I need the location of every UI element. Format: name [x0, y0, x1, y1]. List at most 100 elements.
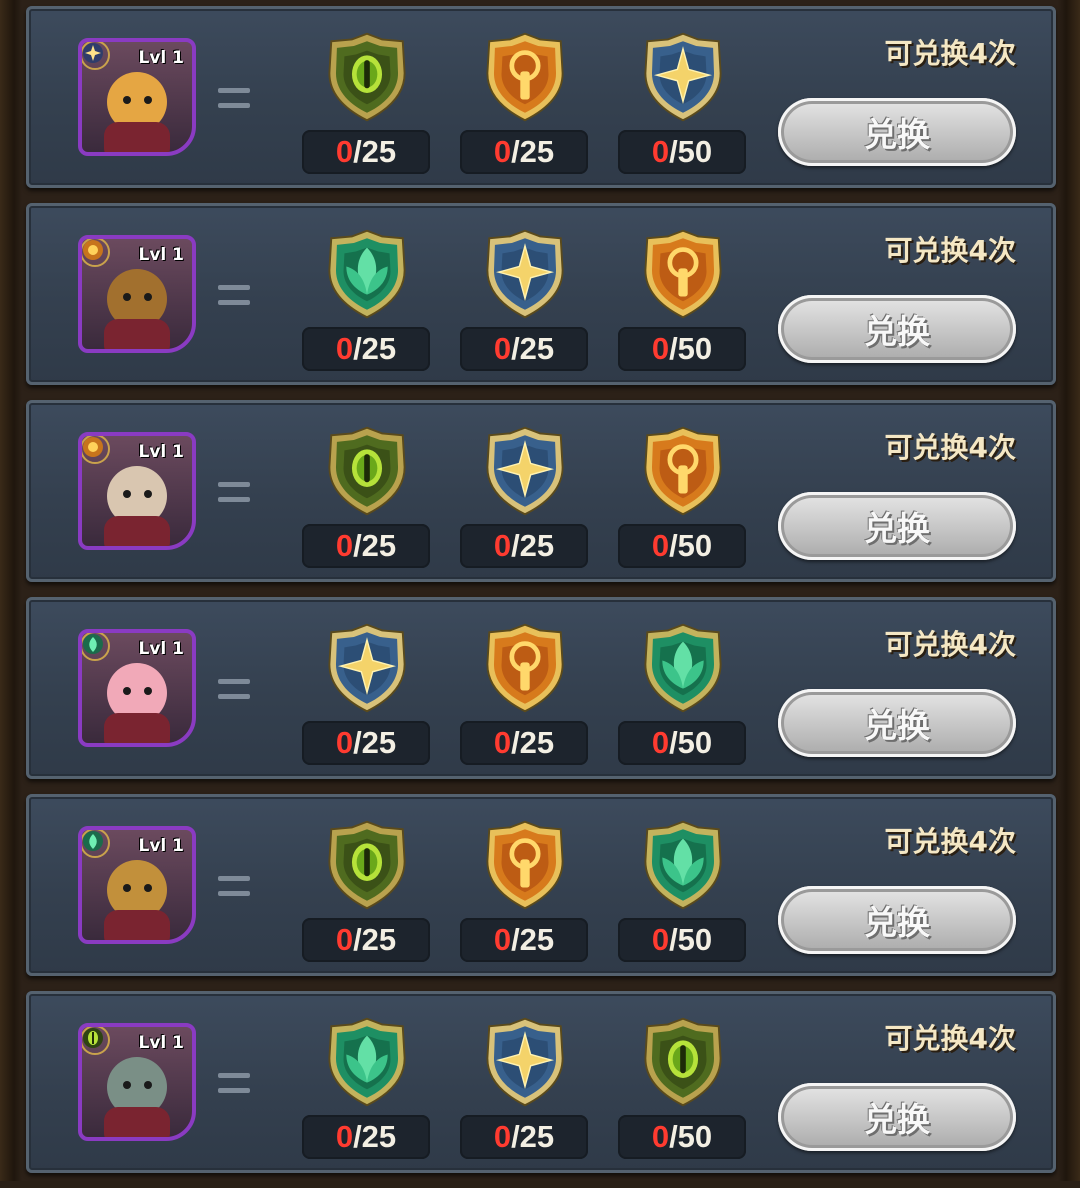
owned-count: 0	[651, 922, 670, 957]
cost-item-1: 0/25	[302, 30, 432, 180]
required-count: /50	[669, 1119, 713, 1154]
cost-item-3: 0/50	[618, 621, 748, 771]
hero-portrait[interactable]: Lvl 1	[78, 38, 196, 156]
cost-item-3: 0/50	[618, 1015, 748, 1165]
eye-shield-icon	[328, 426, 406, 516]
owned-count: 0	[335, 134, 354, 169]
item-count: 0/25	[460, 327, 588, 371]
hero-level: Lvl 1	[138, 48, 185, 68]
owned-count: 0	[493, 922, 512, 957]
hero-portrait[interactable]: Lvl 1	[78, 235, 196, 353]
owned-count: 0	[651, 331, 670, 366]
exchange-button[interactable]: 兑换	[778, 295, 1016, 363]
star-shield-icon	[486, 1017, 564, 1107]
hero-level: Lvl 1	[138, 639, 185, 659]
owned-count: 0	[493, 725, 512, 760]
exchange-button[interactable]: 兑换	[778, 492, 1016, 560]
leaf-shield-icon	[644, 623, 722, 713]
item-count: 0/50	[618, 1115, 746, 1159]
item-count: 0/50	[618, 918, 746, 962]
item-count: 0/25	[302, 524, 430, 568]
equals-icon	[218, 285, 250, 307]
remaining-exchanges: 可兑换4次	[884, 431, 1016, 464]
required-count: /50	[669, 528, 713, 563]
star-shield-icon	[328, 623, 406, 713]
exchange-panel: Lvl 1 0/25 0/25 0/50 可兑换4次 兑换 Lvl 1 0 /2…	[0, 0, 1080, 1181]
item-count: 0/50	[618, 524, 746, 568]
owned-count: 0	[651, 134, 670, 169]
item-count: 0/25	[302, 1115, 430, 1159]
owned-count: 0	[651, 725, 670, 760]
cost-item-2: 0/25	[460, 227, 590, 377]
required-count: /25	[353, 922, 397, 957]
required-count: /25	[353, 725, 397, 760]
owned-count: 0	[493, 528, 512, 563]
cost-item-1: 0/25	[302, 227, 432, 377]
cost-item-1: 0/25	[302, 621, 432, 771]
torch-shield-icon	[486, 32, 564, 122]
required-count: /25	[511, 331, 555, 366]
cost-item-2: 0/25	[460, 621, 590, 771]
owned-count: 0	[335, 1119, 354, 1154]
item-count: 0/25	[460, 130, 588, 174]
exchange-button[interactable]: 兑换	[778, 689, 1016, 757]
required-count: /25	[511, 134, 555, 169]
torch-shield-icon	[486, 623, 564, 713]
cost-item-2: 0/25	[460, 1015, 590, 1165]
leaf-shield-icon	[328, 1017, 406, 1107]
owned-count: 0	[493, 1119, 512, 1154]
required-count: /50	[669, 922, 713, 957]
star-shield-icon	[644, 32, 722, 122]
torch-shield-icon	[644, 229, 722, 319]
hero-portrait[interactable]: Lvl 1	[78, 629, 196, 747]
hero-portrait[interactable]: Lvl 1	[78, 1023, 196, 1141]
hero-level: Lvl 1	[138, 836, 185, 856]
exchange-row-6: Lvl 1 0/25 0/25 0/50 可兑换4次 兑换	[26, 991, 1056, 1173]
leaf-shield-icon	[644, 820, 722, 910]
cost-item-2: 0/25	[460, 30, 590, 180]
torch-shield-icon	[644, 426, 722, 516]
remaining-exchanges: 可兑换4次	[884, 234, 1016, 267]
remaining-exchanges: 可兑换4次	[884, 37, 1016, 70]
equals-icon	[218, 88, 250, 110]
hero-portrait[interactable]: Lvl 1	[78, 826, 196, 944]
item-count: 0/25	[302, 918, 430, 962]
equals-icon	[218, 1073, 250, 1095]
item-count: 0/25	[460, 1115, 588, 1159]
required-count: /50	[669, 331, 713, 366]
item-count: 0/25	[460, 918, 588, 962]
leaf-shield-icon	[328, 229, 406, 319]
cost-item-3: 0/50	[618, 227, 748, 377]
sun-faction-icon	[82, 239, 110, 267]
required-count: /25	[511, 1119, 555, 1154]
cost-item-1: 0/25	[302, 818, 432, 968]
owned-count: 0	[335, 331, 354, 366]
cost-item-2: 0/25	[460, 818, 590, 968]
item-count: 0/25	[460, 524, 588, 568]
equals-icon	[218, 679, 250, 701]
required-count: /25	[511, 725, 555, 760]
required-count: /50	[669, 725, 713, 760]
cost-item-1: 0/25	[302, 1015, 432, 1165]
item-count: 0/50	[618, 327, 746, 371]
hero-level: Lvl 1	[138, 1033, 185, 1053]
torch-shield-icon	[486, 820, 564, 910]
exchange-button[interactable]: 兑换	[778, 1083, 1016, 1151]
required-count: /50	[669, 134, 713, 169]
star-shield-icon	[486, 229, 564, 319]
required-count: /25	[353, 331, 397, 366]
owned-count: 0	[493, 331, 512, 366]
owned-count: 0	[335, 725, 354, 760]
eye-shield-icon	[328, 32, 406, 122]
leaf-faction-icon	[82, 633, 110, 661]
item-count: 0/25	[460, 721, 588, 765]
exchange-button[interactable]: 兑换	[778, 886, 1016, 954]
hero-portrait[interactable]: Lvl 1	[78, 432, 196, 550]
exchange-button[interactable]: 兑换	[778, 98, 1016, 166]
equals-icon	[218, 482, 250, 504]
star-shield-icon	[486, 426, 564, 516]
owned-count: 0	[335, 922, 354, 957]
exchange-list: Lvl 1 0/25 0/25 0/50 可兑换4次 兑换 Lvl 1 0 /2…	[26, 6, 1056, 1188]
star-faction-icon	[82, 42, 110, 70]
cost-item-3: 0/50	[618, 424, 748, 574]
